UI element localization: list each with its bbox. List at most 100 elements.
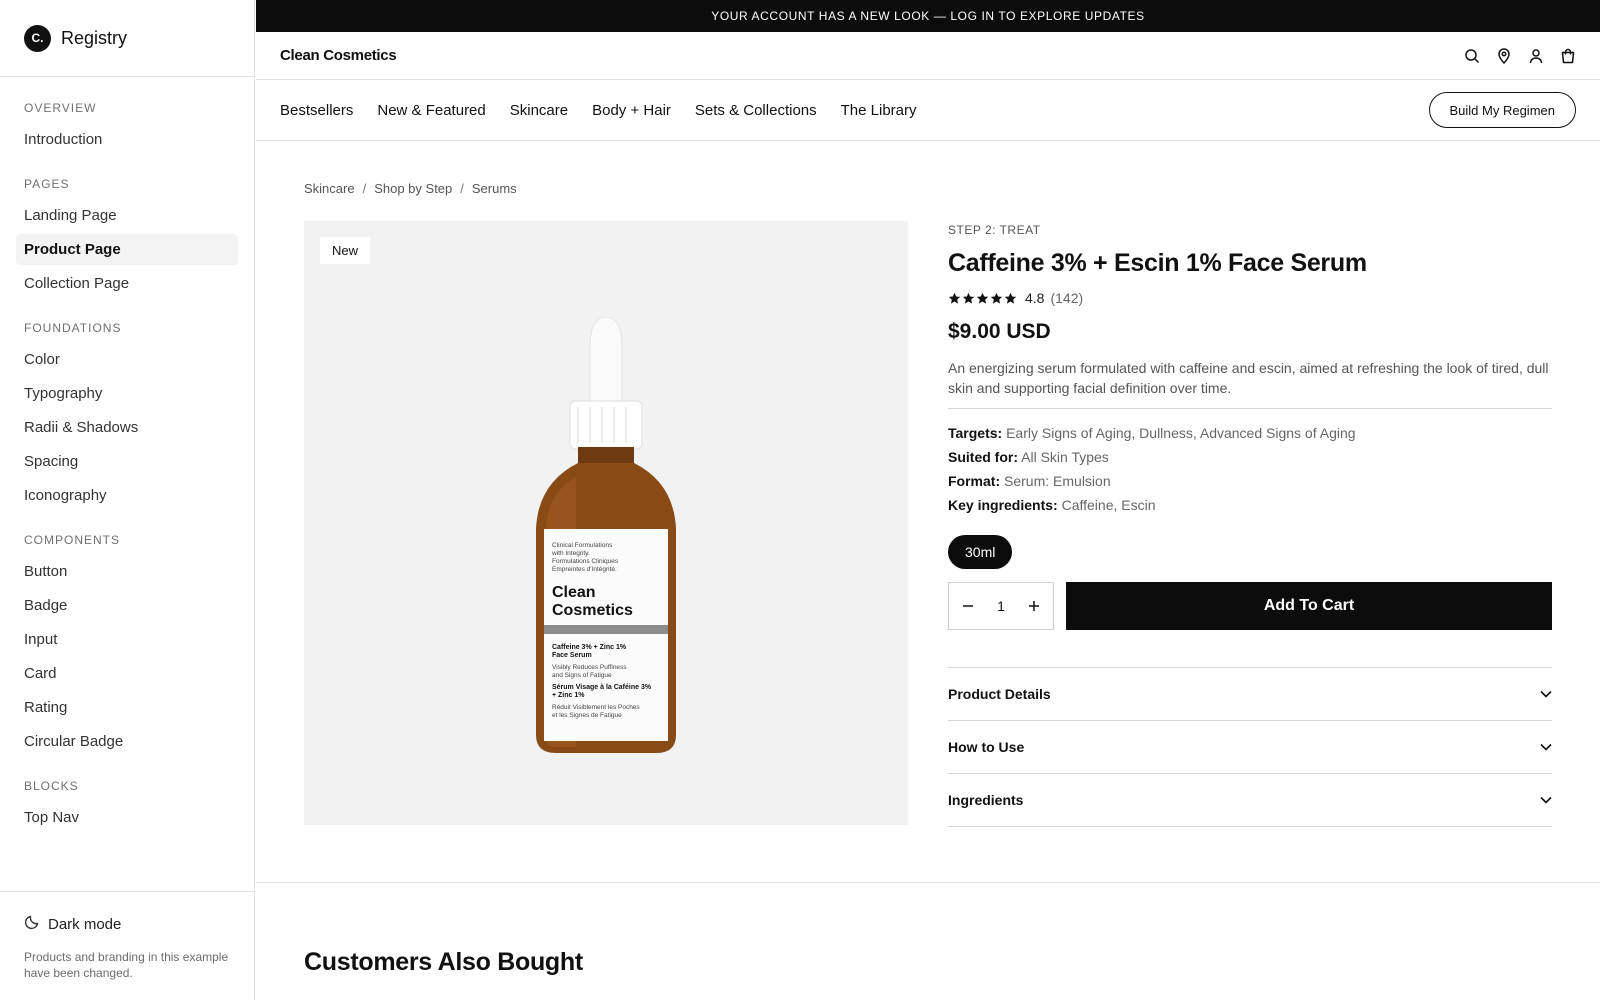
star-icon	[1004, 292, 1017, 304]
moon-icon	[24, 914, 48, 934]
attribute-label: Suited for:	[948, 449, 1018, 465]
sidebar: C. Registry OVERVIEW Introduction PAGES …	[0, 0, 255, 1000]
accordion-label: Product Details	[948, 686, 1051, 702]
sidebar-item-introduction[interactable]: Introduction	[16, 124, 238, 155]
header-icons	[1464, 47, 1576, 64]
star-icon	[948, 292, 961, 304]
product-description: An energizing serum formulated with caff…	[948, 358, 1552, 409]
add-to-cart-button[interactable]: Add To Cart	[1066, 582, 1552, 630]
new-badge: New	[320, 237, 371, 264]
product-title: Caffeine 3% + Escin 1% Face Serum	[948, 249, 1367, 277]
attribute-value: Caffeine, Escin	[1061, 497, 1156, 513]
quantity-stepper: 1	[948, 582, 1054, 630]
nav-link-sets-collections[interactable]: Sets & Collections	[695, 102, 817, 119]
attribute-value: Early Signs of Aging, Dullness, Advanced…	[1006, 425, 1356, 441]
product-rating[interactable]: 4.8 (142)	[948, 290, 1552, 306]
sidebar-section-blocks: BLOCKS Top Nav	[16, 777, 238, 833]
size-option-30ml[interactable]: 30ml	[948, 535, 1013, 569]
sidebar-item-iconography[interactable]: Iconography	[16, 480, 238, 511]
breadcrumb-separator: /	[362, 181, 367, 196]
nav-link-the-library[interactable]: The Library	[841, 102, 917, 119]
product-image-gallery[interactable]: New Clinical Formulations with Integrity…	[304, 221, 908, 825]
sidebar-heading: FOUNDATIONS	[24, 321, 122, 335]
accordion-how-to-use[interactable]: How to Use	[948, 721, 1552, 774]
star-icon	[962, 292, 975, 304]
sidebar-item-input[interactable]: Input	[16, 624, 238, 655]
product-section: New Clinical Formulations with Integrity…	[304, 221, 1552, 827]
accordion-ingredients[interactable]: Ingredients	[948, 774, 1552, 827]
rating-count: (142)	[1050, 290, 1084, 306]
footer-note: Products and branding in this example ha…	[24, 950, 229, 980]
label-brand-line1: Clean	[552, 584, 596, 601]
product-info: STEP 2: TREAT Caffeine 3% + Escin 1% Fac…	[948, 221, 1552, 827]
nav-link-body-hair[interactable]: Body + Hair	[592, 102, 671, 119]
product-page: Skincare / Shop by Step / Serums New Cli…	[256, 181, 1600, 827]
attribute-value: All Skin Types	[1021, 449, 1109, 465]
cart-icon[interactable]	[1560, 48, 1576, 64]
rating-score: 4.8	[1025, 290, 1045, 306]
section-divider	[256, 882, 1600, 883]
minus-icon[interactable]	[961, 599, 975, 613]
chevron-down-icon	[1540, 791, 1552, 809]
quantity-value[interactable]: 1	[997, 598, 1005, 614]
nav-link-skincare[interactable]: Skincare	[510, 102, 568, 119]
sidebar-item-typography[interactable]: Typography	[16, 378, 238, 409]
label-tagline: Clinical Formulations with Integrity. Fo…	[551, 542, 620, 573]
store-logo[interactable]: Clean Cosmetics	[280, 47, 397, 64]
attribute-value: Serum: Emulsion	[1004, 473, 1111, 489]
purchase-row: 1 Add To Cart	[948, 582, 1552, 630]
sidebar-item-button[interactable]: Button	[16, 556, 238, 587]
sidebar-item-spacing[interactable]: Spacing	[16, 446, 238, 477]
attribute-label: Key ingredients:	[948, 497, 1058, 513]
announcement-bar[interactable]: YOUR ACCOUNT HAS A NEW LOOK — LOG IN TO …	[256, 0, 1600, 32]
breadcrumb: Skincare / Shop by Step / Serums	[304, 181, 1552, 197]
chevron-down-icon	[1540, 685, 1552, 703]
plus-icon[interactable]	[1027, 599, 1041, 613]
nav-link-new-featured[interactable]: New & Featured	[377, 102, 485, 119]
accordion-label: Ingredients	[948, 792, 1024, 808]
sidebar-footer: Dark mode Products and branding in this …	[0, 891, 254, 1000]
sidebar-item-color[interactable]: Color	[16, 344, 238, 375]
build-regimen-button[interactable]: Build My Regimen	[1428, 92, 1576, 128]
sidebar-heading: OVERVIEW	[24, 101, 97, 115]
breadcrumb-serums[interactable]: Serums	[472, 181, 517, 197]
sidebar-item-top-nav[interactable]: Top Nav	[16, 802, 238, 833]
search-icon[interactable]	[1464, 48, 1480, 64]
sidebar-item-badge[interactable]: Badge	[16, 590, 238, 621]
attribute-format: Format: Serum: Emulsion	[948, 469, 1552, 493]
breadcrumb-skincare[interactable]: Skincare	[304, 181, 355, 197]
sidebar-brand[interactable]: C. Registry	[0, 0, 254, 77]
product-price: $9.00 USD	[948, 320, 1051, 343]
attribute-suited-for: Suited for: All Skin Types	[948, 445, 1552, 469]
sidebar-item-product-page[interactable]: Product Page	[16, 234, 238, 265]
sidebar-section-foundations: FOUNDATIONS Color Typography Radii & Sha…	[16, 319, 238, 511]
label-brand-line2: Cosmetics	[552, 602, 633, 619]
sidebar-item-collection-page[interactable]: Collection Page	[16, 268, 238, 299]
sidebar-item-circular-badge[interactable]: Circular Badge	[16, 726, 238, 757]
product-bottle-image: Clinical Formulations with Integrity. Fo…	[536, 317, 676, 753]
nav-link-bestsellers[interactable]: Bestsellers	[280, 102, 353, 119]
sidebar-section-components: COMPONENTS Button Badge Input Card Ratin…	[16, 531, 238, 757]
category-nav: Bestsellers New & Featured Skincare Body…	[256, 80, 1600, 141]
product-attributes: Targets: Early Signs of Aging, Dullness,…	[948, 421, 1552, 517]
chevron-down-icon	[1540, 738, 1552, 756]
sidebar-item-landing-page[interactable]: Landing Page	[16, 200, 238, 231]
account-icon[interactable]	[1528, 48, 1544, 64]
sidebar-item-radii-shadows[interactable]: Radii & Shadows	[16, 412, 238, 443]
accordion-product-details[interactable]: Product Details	[948, 668, 1552, 721]
dark-mode-toggle[interactable]: Dark mode	[24, 912, 230, 936]
location-icon[interactable]	[1496, 47, 1512, 64]
attribute-key-ingredients: Key ingredients: Caffeine, Escin	[948, 493, 1552, 517]
attribute-targets: Targets: Early Signs of Aging, Dullness,…	[948, 421, 1552, 445]
sidebar-heading: COMPONENTS	[24, 533, 121, 547]
accordion-label: How to Use	[948, 739, 1025, 755]
brand-name: Registry	[61, 27, 128, 48]
rating-stars	[948, 292, 1017, 305]
breadcrumb-shop-by-step[interactable]: Shop by Step	[374, 181, 452, 197]
store-header: Clean Cosmetics	[256, 32, 1600, 80]
sidebar-item-rating[interactable]: Rating	[16, 692, 238, 723]
attribute-label: Targets:	[948, 425, 1003, 441]
sidebar-item-card[interactable]: Card	[16, 658, 238, 689]
product-step: STEP 2: TREAT	[948, 223, 1041, 237]
star-icon	[990, 292, 1003, 304]
